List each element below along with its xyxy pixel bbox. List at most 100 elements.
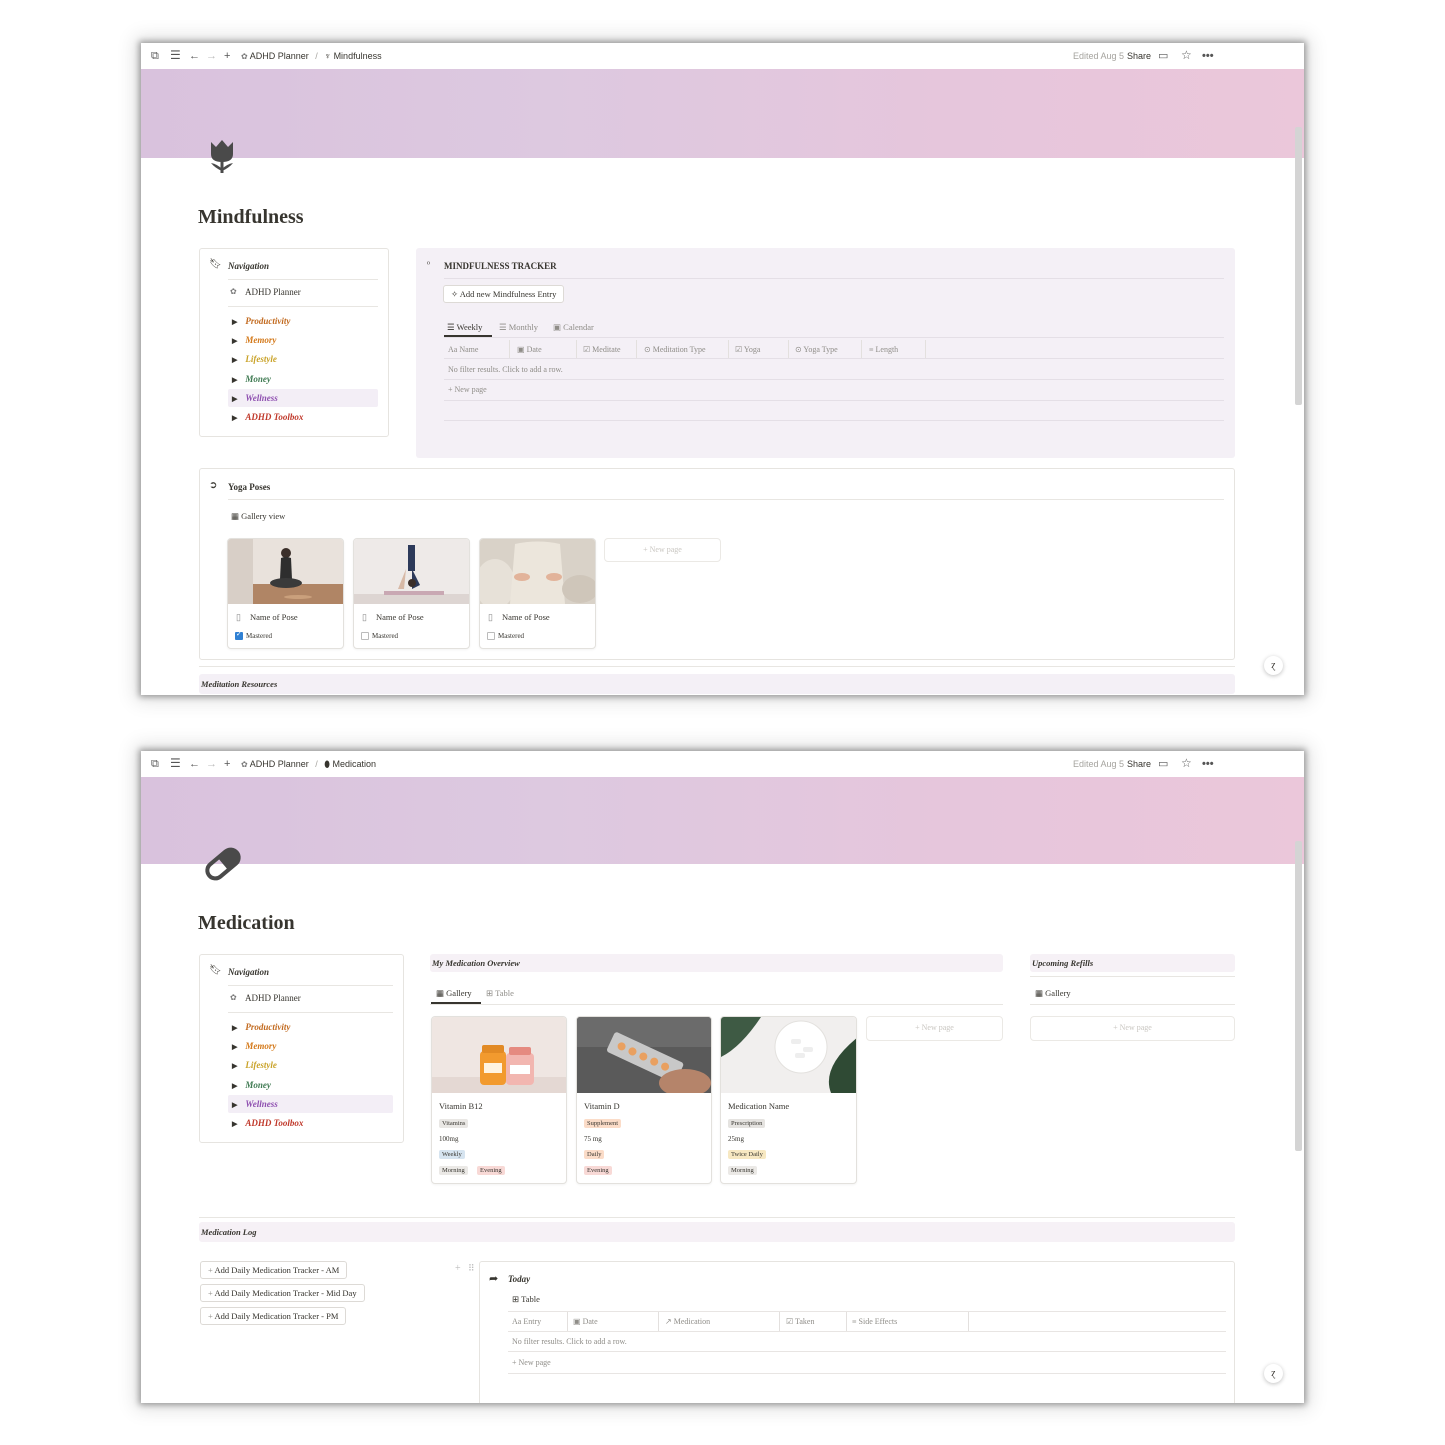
toggle-triangle-icon[interactable]: ▶	[232, 1082, 237, 1090]
star-icon[interactable]: ☆	[1181, 48, 1192, 62]
nav-item-adhd-toolbox[interactable]: ▶ ADHD Toolbox	[232, 1118, 303, 1128]
star-icon[interactable]: ☆	[1181, 756, 1192, 770]
tab-calendar[interactable]: ▣ Calendar	[553, 322, 594, 333]
share-button[interactable]: Share	[1127, 759, 1151, 770]
add-mindfulness-entry-button[interactable]: ✧ Add new Mindfulness Entry	[443, 285, 565, 303]
toggle-triangle-icon[interactable]: ▶	[232, 337, 237, 345]
more-icon[interactable]: •••	[1202, 757, 1214, 771]
gallery-view-tab[interactable]: ▦ Gallery view	[231, 511, 285, 522]
toggle-triangle-icon[interactable]: ▶	[232, 1101, 237, 1109]
column-taken[interactable]: ☑ Taken	[786, 1317, 814, 1326]
medication-card[interactable]: Vitamin D Supplement 75 mg Daily Evening	[576, 1016, 712, 1184]
comment-icon[interactable]: ▭	[1158, 49, 1168, 63]
toggle-triangle-icon[interactable]: ▶	[232, 1043, 237, 1051]
back-arrow-icon[interactable]: ←	[189, 49, 200, 63]
column-entry[interactable]: Aa Entry	[512, 1317, 541, 1326]
sidebar-toggle-icon[interactable]: ⧉	[151, 49, 159, 63]
tab-table[interactable]: ⊞ Table	[512, 1294, 540, 1305]
new-page-card[interactable]: + New page	[866, 1016, 1003, 1041]
toggle-triangle-icon[interactable]: ▶	[232, 1120, 237, 1128]
toggle-triangle-icon[interactable]: ▶	[232, 1062, 237, 1070]
add-block-icon[interactable]: +	[455, 1263, 461, 1274]
breadcrumb-current[interactable]: Mindfulness	[334, 51, 382, 61]
add-midday-tracker-button[interactable]: + Add Daily Medication Tracker - Mid Day	[200, 1284, 365, 1302]
mastered-checkbox[interactable]	[487, 632, 495, 640]
empty-state[interactable]: No filter results. Click to add a row.	[512, 1337, 627, 1346]
nav-item-productivity[interactable]: ▶ Productivity	[232, 316, 290, 326]
scrollbar[interactable]	[1295, 841, 1302, 1151]
column-meditation-type[interactable]: ⊙ Meditation Type	[644, 345, 706, 354]
nav-item-memory[interactable]: ▶ Memory	[232, 335, 276, 345]
add-am-tracker-button[interactable]: + Add Daily Medication Tracker - AM	[200, 1261, 348, 1279]
nav-item-wellness[interactable]: ▶ Wellness	[232, 393, 278, 403]
tab-gallery[interactable]: ▦ Gallery	[436, 988, 472, 999]
toggle-triangle-icon[interactable]: ▶	[232, 318, 237, 326]
new-page-card[interactable]: + New page	[604, 538, 721, 562]
comment-icon[interactable]: ▭	[1158, 757, 1168, 771]
column-name[interactable]: Aa Name	[448, 345, 478, 354]
nav-planner-link[interactable]: ADHD Planner	[245, 287, 301, 297]
mastered-checkbox[interactable]	[361, 632, 369, 640]
column-length[interactable]: ≡ Length	[869, 345, 898, 354]
scrollbar[interactable]	[1295, 127, 1302, 405]
column-date[interactable]: ▣ Date	[517, 345, 542, 354]
calendar-icon: ▣	[553, 322, 562, 332]
nav-item-lifestyle[interactable]: ▶ Lifestyle	[232, 1060, 277, 1070]
toggle-triangle-icon[interactable]: ▶	[232, 376, 237, 384]
sidebar-toggle-icon[interactable]: ⧉	[151, 757, 159, 771]
column-medication[interactable]: ↗ Medication	[665, 1317, 710, 1326]
column-yoga-type[interactable]: ⊙ Yoga Type	[795, 345, 838, 354]
toggle-triangle-icon[interactable]: ▶	[232, 414, 237, 422]
empty-state[interactable]: No filter results. Click to add a row.	[448, 365, 563, 374]
column-meditate[interactable]: ☑ Meditate	[583, 345, 621, 354]
forward-arrow-icon[interactable]: →	[206, 49, 217, 63]
help-icon[interactable]: ɀ	[1264, 1364, 1283, 1383]
toggle-triangle-icon[interactable]: ▶	[232, 1024, 237, 1032]
yoga-card[interactable]: ▯ Name of Pose Mastered	[479, 538, 596, 649]
tab-gallery[interactable]: ▦ Gallery	[1035, 988, 1071, 999]
medication-window: ⧉ ☰ ← → + ✿ ADHD Planner / ⬮ Medication …	[141, 751, 1304, 1403]
help-icon[interactable]: ɀ	[1264, 656, 1283, 675]
nav-planner-link[interactable]: ADHD Planner	[245, 993, 301, 1003]
new-page-card[interactable]: + New page	[1030, 1016, 1235, 1041]
column-date[interactable]: ▣ Date	[573, 1317, 598, 1326]
nav-item-memory[interactable]: ▶ Memory	[232, 1041, 276, 1051]
medication-card[interactable]: Vitamin B12 Vitamins 100mg Weekly Mornin…	[431, 1016, 567, 1184]
nav-item-money[interactable]: ▶ Money	[232, 1080, 271, 1090]
breadcrumb-current[interactable]: Medication	[332, 759, 376, 769]
nav-item-money[interactable]: ▶ Money	[232, 374, 271, 384]
more-icon[interactable]: •••	[1202, 49, 1214, 63]
tab-monthly[interactable]: ☰ Monthly	[499, 322, 538, 333]
yoga-card[interactable]: ▯ Name of Pose Mastered	[227, 538, 344, 649]
yoga-card[interactable]: ▯ Name of Pose Mastered	[353, 538, 470, 649]
nav-item-wellness[interactable]: ▶ Wellness	[232, 1099, 278, 1109]
nav-item-lifestyle[interactable]: ▶ Lifestyle	[232, 354, 277, 364]
add-pm-tracker-button[interactable]: + Add Daily Medication Tracker - PM	[200, 1307, 347, 1325]
new-page-row[interactable]: + New page	[512, 1358, 551, 1367]
column-yoga[interactable]: ☑ Yoga	[735, 345, 760, 354]
medication-card[interactable]: Medication Name Prescription 25mg Twice …	[720, 1016, 857, 1184]
nav-item-label: Memory	[245, 335, 277, 345]
toggle-triangle-icon[interactable]: ▶	[232, 395, 237, 403]
plus-icon[interactable]: +	[224, 757, 230, 771]
back-arrow-icon[interactable]: ←	[189, 757, 200, 771]
forward-arrow-icon[interactable]: →	[206, 757, 217, 771]
plus-icon[interactable]: +	[224, 49, 230, 63]
relation-arrow-icon: ↗	[665, 1317, 672, 1326]
select-icon: ⊙	[644, 345, 651, 354]
cover-banner	[141, 777, 1304, 864]
mastered-checkbox[interactable]	[235, 630, 243, 640]
breadcrumb-workspace[interactable]: ADHD Planner	[250, 51, 309, 61]
breadcrumb-workspace[interactable]: ADHD Planner	[250, 759, 309, 769]
menu-icon[interactable]: ☰	[170, 756, 181, 770]
new-page-row[interactable]: + New page	[448, 385, 487, 394]
tab-weekly[interactable]: ☰ Weekly	[447, 322, 482, 333]
toggle-triangle-icon[interactable]: ▶	[232, 356, 237, 364]
tab-table[interactable]: ⊞ Table	[486, 988, 514, 999]
drag-handle-icon[interactable]: ⠿	[468, 1263, 475, 1274]
share-button[interactable]: Share	[1127, 51, 1151, 62]
column-side-effects[interactable]: ≡ Side Effects	[852, 1317, 897, 1326]
menu-icon[interactable]: ☰	[170, 48, 181, 62]
nav-item-adhd-toolbox[interactable]: ▶ ADHD Toolbox	[232, 412, 303, 422]
nav-item-productivity[interactable]: ▶ Productivity	[232, 1022, 290, 1032]
